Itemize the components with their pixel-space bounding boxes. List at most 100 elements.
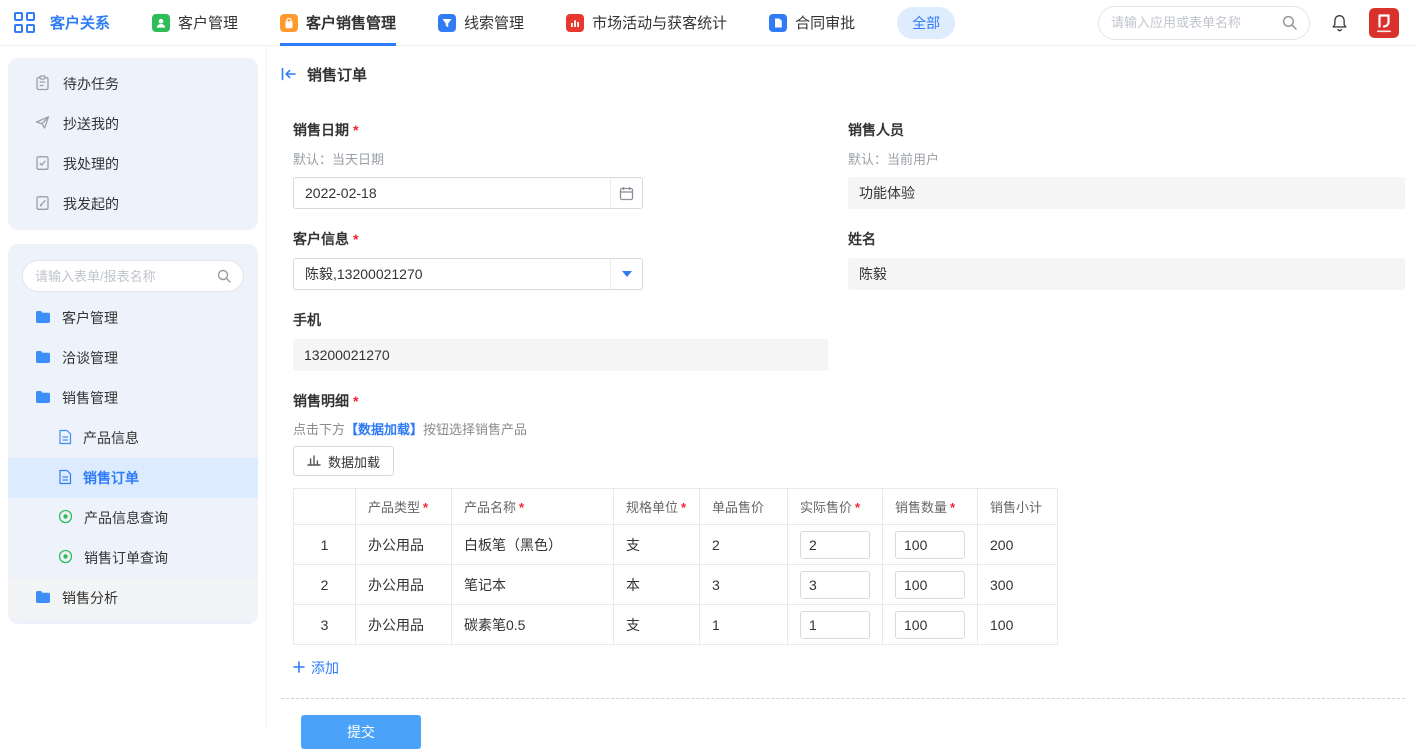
data-load-hint-link[interactable]: 【数据加载】 <box>345 422 423 437</box>
tree-form-sales-order[interactable]: 销售订单 <box>8 458 258 498</box>
tab-customer-management[interactable]: 客户管理 <box>152 0 238 46</box>
customer-management-icon <box>152 14 170 32</box>
hint-prefix: 点击下方 <box>293 422 345 437</box>
required-asterisk: * <box>519 500 524 515</box>
tree-item-label: 产品信息 <box>83 428 139 448</box>
form-left-column: 销售日期 * 默认：当天日期 客户信息 <box>293 120 848 391</box>
app-launcher-grid-icon[interactable] <box>14 12 36 34</box>
field-label-text: 销售人员 <box>848 120 904 140</box>
actual-price-input[interactable] <box>800 531 870 559</box>
page-body: 待办任务 抄送我的 我处理的 我发起的 <box>0 46 1415 728</box>
tree-query-sales-order[interactable]: 销售订单查询 <box>8 538 258 578</box>
tree-folder-customer-management[interactable]: 客户管理 <box>8 298 258 338</box>
calendar-icon[interactable] <box>610 178 642 208</box>
sidebar-item-initiated-by-me[interactable]: 我发起的 <box>8 184 258 224</box>
tree-folder-negotiation-management[interactable]: 洽谈管理 <box>8 338 258 378</box>
form-grid: 销售日期 * 默认：当天日期 客户信息 <box>293 120 1405 391</box>
sale-date-input[interactable] <box>294 185 610 201</box>
form-search-box <box>22 260 244 292</box>
actual-price-input[interactable] <box>800 571 870 599</box>
cell-list-price: 1 <box>700 605 788 645</box>
sidebar-item-label: 我处理的 <box>63 154 119 174</box>
detail-hint: 点击下方【数据加载】按钮选择销售产品 <box>293 419 1405 438</box>
data-load-button-label: 数据加载 <box>328 452 380 471</box>
tree-query-product-info[interactable]: 产品信息查询 <box>8 498 258 538</box>
tab-label: 客户管理 <box>178 12 238 33</box>
cell-list-price: 2 <box>700 525 788 565</box>
field-label: 手机 <box>293 310 848 330</box>
data-load-button[interactable]: 数据加载 <box>293 446 394 476</box>
global-search-input[interactable] <box>1111 15 1282 30</box>
contract-approval-icon <box>769 14 787 32</box>
tree-item-label: 销售订单 <box>83 468 139 488</box>
cell-actual-price <box>788 605 883 645</box>
query-target-icon <box>58 549 73 567</box>
field-hint: 默认：当天日期 <box>293 149 848 168</box>
table-row: 1 办公用品 白板笔（黑色） 支 2 200 <box>294 525 1058 565</box>
column-header-product-type: 产品类型* <box>356 489 452 525</box>
field-label: 销售人员 <box>848 120 1405 140</box>
header-label: 实际售价 <box>800 500 852 515</box>
tree-form-product-info[interactable]: 产品信息 <box>8 418 258 458</box>
quantity-input[interactable] <box>895 611 965 639</box>
form-search-input[interactable] <box>35 269 217 284</box>
tab-label: 客户销售管理 <box>306 12 396 33</box>
field-sales-detail: 销售明细 * 点击下方【数据加载】按钮选择销售产品 数据加载 <box>293 391 1405 678</box>
tree-folder-sales-analysis[interactable]: 销售分析 <box>8 578 258 618</box>
tree-item-label: 客户管理 <box>62 308 118 328</box>
add-row-button[interactable]: 添加 <box>293 658 339 678</box>
search-icon[interactable] <box>1282 15 1297 30</box>
header-label: 单品售价 <box>712 500 764 515</box>
tab-lead-management[interactable]: 线索管理 <box>438 0 524 46</box>
tab-contract-approval[interactable]: 合同审批 <box>769 0 855 46</box>
cell-actual-price <box>788 565 883 605</box>
tree-item-label: 销售订单查询 <box>84 548 168 568</box>
avatar[interactable] <box>1369 8 1399 38</box>
workspace-title[interactable]: 客户关系 <box>50 12 110 33</box>
required-asterisk: * <box>855 500 860 515</box>
sidebar-item-handled-by-me[interactable]: 我处理的 <box>8 144 258 184</box>
marketing-stats-icon <box>566 14 584 32</box>
tab-marketing-stats[interactable]: 市场活动与获客统计 <box>566 0 727 46</box>
required-asterisk: * <box>423 500 428 515</box>
row-index: 1 <box>294 525 356 565</box>
column-header-index <box>294 489 356 525</box>
cell-subtotal: 200 <box>978 525 1058 565</box>
form-tree-panel: 客户管理 洽谈管理 销售管理 产品信息 <box>8 244 258 624</box>
tab-label: 合同审批 <box>795 12 855 33</box>
phone-readonly-value: 13200021270 <box>293 339 828 371</box>
column-header-spec-unit: 规格单位* <box>614 489 700 525</box>
tab-customer-sales-management[interactable]: 客户销售管理 <box>280 0 396 46</box>
chevron-down-icon[interactable] <box>610 259 642 289</box>
tree-folder-sales-management[interactable]: 销售管理 <box>8 378 258 418</box>
main-content: 销售订单 销售日期 * 默认：当天日期 <box>266 46 1415 728</box>
quantity-input[interactable] <box>895 531 965 559</box>
cell-spec-unit: 支 <box>614 525 700 565</box>
search-icon[interactable] <box>217 269 231 283</box>
form-document-icon <box>58 469 72 488</box>
sidebar-item-todo-tasks[interactable]: 待办任务 <box>8 64 258 104</box>
grid-square <box>14 12 23 21</box>
actual-price-input[interactable] <box>800 611 870 639</box>
customer-sales-management-icon <box>280 14 298 32</box>
field-label: 销售明细 * <box>293 391 1405 411</box>
folder-icon <box>35 350 51 367</box>
required-asterisk: * <box>353 393 358 409</box>
quantity-input[interactable] <box>895 571 965 599</box>
notification-bell-icon[interactable] <box>1330 13 1349 32</box>
table-row: 3 办公用品 碳素笔0.5 支 1 100 <box>294 605 1058 645</box>
field-phone: 手机 13200021270 <box>293 310 848 371</box>
required-asterisk: * <box>353 122 358 138</box>
sidebar-item-cc-to-me[interactable]: 抄送我的 <box>8 104 258 144</box>
date-input-group <box>293 177 643 209</box>
clipboard-icon <box>35 75 50 94</box>
cell-product-type: 办公用品 <box>356 525 452 565</box>
field-sale-date: 销售日期 * 默认：当天日期 <box>293 120 848 209</box>
customer-select[interactable]: 陈毅,13200021270 <box>293 258 643 290</box>
submit-button[interactable]: 提交 <box>301 715 421 749</box>
required-asterisk: * <box>950 500 955 515</box>
sales-order-form: 销售日期 * 默认：当天日期 客户信息 <box>281 84 1405 678</box>
field-label-text: 姓名 <box>848 229 876 249</box>
collapse-back-icon[interactable] <box>281 67 297 81</box>
all-apps-button[interactable]: 全部 <box>897 7 955 39</box>
